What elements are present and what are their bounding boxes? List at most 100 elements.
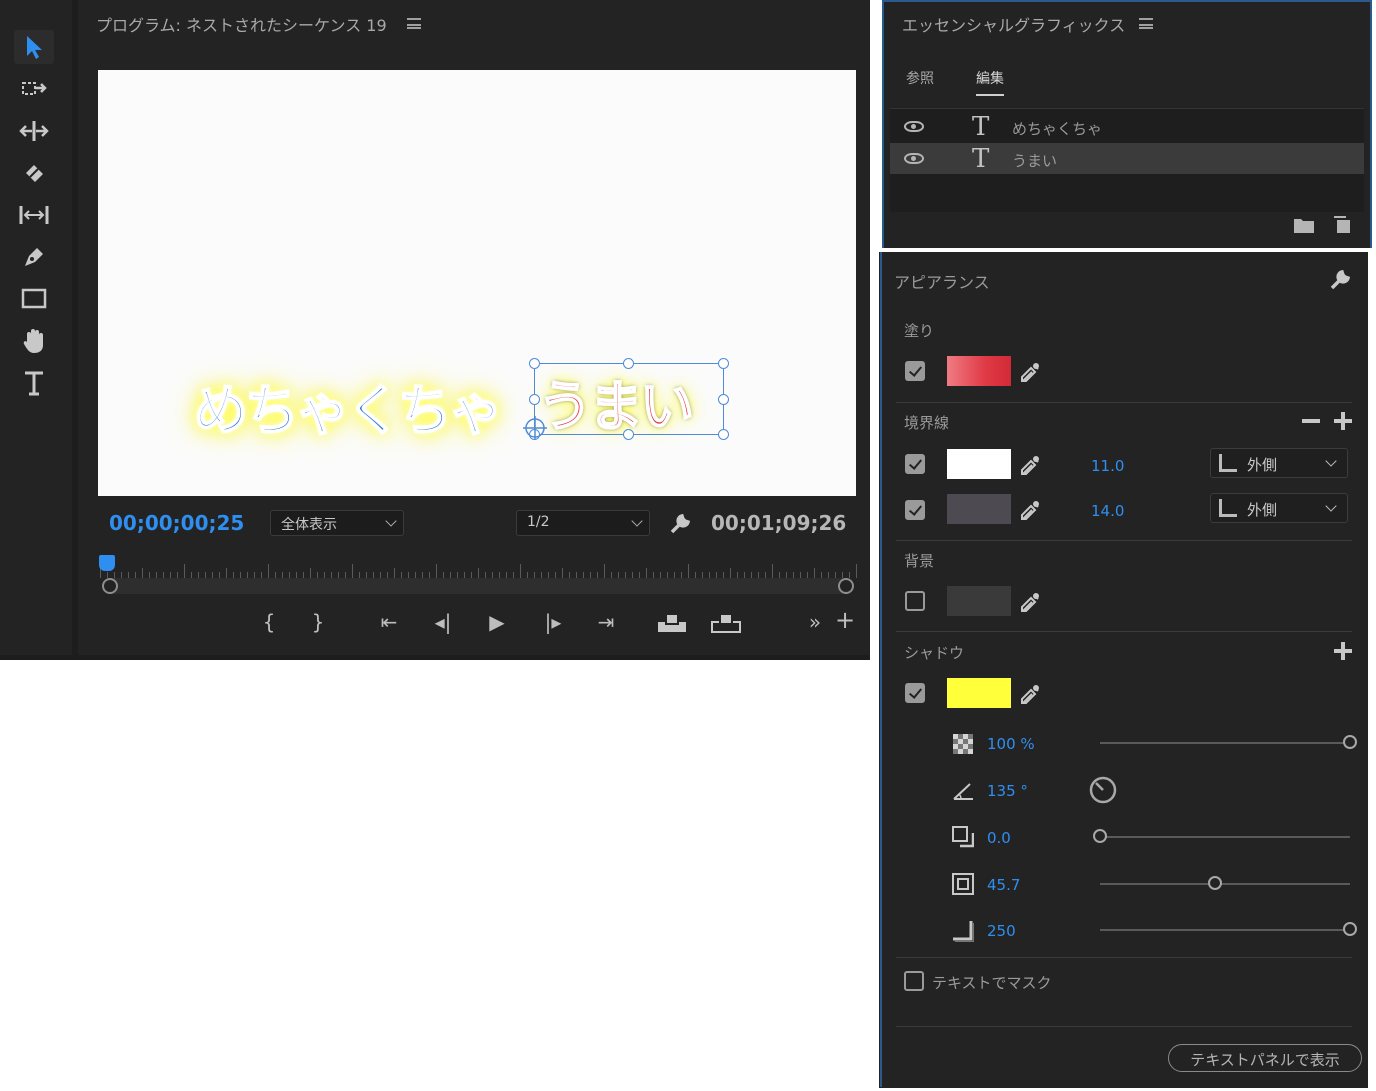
panel-menu-icon[interactable]	[407, 18, 421, 29]
play-button[interactable]: ▶	[482, 610, 512, 634]
ruler-tick	[310, 568, 311, 578]
add-shadow-button[interactable]	[1334, 642, 1352, 660]
shadow-blur-knob[interactable]	[1343, 922, 1357, 936]
panel-title[interactable]: プログラム: ネストされたシーケンス 19	[96, 12, 387, 36]
canvas-title-left[interactable]: めちゃくちゃ	[193, 366, 504, 445]
background-color-swatch[interactable]	[947, 586, 1011, 616]
stroke-2-color-swatch[interactable]	[947, 494, 1011, 524]
track-select-tool-icon[interactable]	[14, 72, 54, 106]
more-controls-button[interactable]: »	[800, 610, 830, 634]
eyedropper-icon[interactable]	[1020, 361, 1040, 383]
panel-menu-icon[interactable]	[1139, 18, 1153, 29]
resolution-select[interactable]: 1/2	[516, 510, 650, 536]
tab-edit[interactable]: 編集	[976, 68, 1004, 96]
stroke-1-position-select[interactable]: 外側	[1210, 448, 1348, 478]
go-to-in-button[interactable]: ⇤	[374, 610, 404, 634]
background-checkbox[interactable]	[905, 591, 925, 611]
button-editor-button[interactable]: +	[830, 606, 860, 634]
shadow-color-swatch[interactable]	[947, 678, 1011, 708]
shadow-distance-slider[interactable]	[1100, 836, 1350, 838]
new-group-icon[interactable]	[1293, 216, 1315, 234]
zoom-handle-left[interactable]	[102, 578, 118, 594]
eyedropper-icon[interactable]	[1020, 499, 1040, 521]
layer-name: めちゃくちゃ	[1012, 120, 1103, 138]
ruler-tick	[562, 568, 563, 578]
step-back-button[interactable]: ◂|	[428, 610, 458, 634]
wrench-icon[interactable]	[668, 510, 694, 536]
eyedropper-icon[interactable]	[1020, 591, 1040, 613]
playhead-timecode[interactable]: 00;00;00;25	[109, 511, 244, 535]
shadow-blur-value[interactable]: 250	[987, 922, 1016, 940]
add-stroke-button[interactable]	[1334, 412, 1352, 430]
lift-icon[interactable]	[656, 612, 688, 634]
shadow-angle-value[interactable]: 135 °	[987, 782, 1028, 800]
slip-tool-icon[interactable]	[14, 198, 54, 232]
eyedropper-icon[interactable]	[1020, 454, 1040, 476]
eye-icon[interactable]	[904, 153, 924, 164]
stroke-2-width[interactable]: 14.0	[1091, 502, 1124, 520]
angle-dial[interactable]	[1088, 775, 1118, 805]
stroke-2-position-select[interactable]: 外側	[1210, 493, 1348, 523]
selection-tool-icon[interactable]	[14, 30, 54, 64]
ripple-edit-tool-icon[interactable]	[14, 114, 54, 148]
shadow-size-slider[interactable]	[1100, 883, 1350, 885]
eye-icon[interactable]	[904, 121, 924, 132]
shadow-blur-slider[interactable]	[1100, 929, 1350, 931]
zoom-handle-right[interactable]	[838, 578, 854, 594]
transform-handle[interactable]	[718, 429, 729, 440]
mask-with-text-label[interactable]: テキストでマスク	[932, 972, 1052, 993]
shadow-opacity-slider[interactable]	[1100, 742, 1350, 744]
transform-handle[interactable]	[623, 429, 634, 440]
wrench-icon[interactable]	[1328, 266, 1354, 292]
mask-with-text-checkbox[interactable]	[904, 971, 924, 991]
transform-handle[interactable]	[623, 358, 634, 369]
shadow-checkbox[interactable]	[905, 683, 925, 703]
extract-icon[interactable]	[710, 612, 742, 634]
fill-checkbox[interactable]	[905, 361, 925, 381]
panel-title[interactable]: エッセンシャルグラフィックス	[902, 12, 1125, 36]
pen-tool-icon[interactable]	[14, 240, 54, 274]
shadow-opacity-knob[interactable]	[1343, 735, 1357, 749]
show-in-text-panel-button[interactable]: テキストパネルで表示	[1168, 1044, 1362, 1072]
fill-label: 塗り	[904, 322, 935, 340]
go-to-out-button[interactable]: ⇥	[591, 610, 621, 634]
shadow-size-value[interactable]: 45.7	[987, 876, 1020, 894]
anchor-point-icon[interactable]	[522, 415, 548, 441]
rectangle-tool-icon[interactable]	[14, 282, 54, 316]
mark-in-button[interactable]: {	[254, 610, 284, 634]
time-ruler[interactable]	[100, 560, 857, 578]
new-layer-icon[interactable]	[1332, 216, 1352, 234]
ruler-tick	[646, 568, 647, 578]
stroke-2-checkbox[interactable]	[905, 500, 925, 520]
stroke-1-checkbox[interactable]	[905, 454, 925, 474]
shadow-opacity-value[interactable]: 100 %	[987, 735, 1035, 753]
step-forward-button[interactable]: |▸	[538, 610, 568, 634]
text-layer-icon: T	[972, 144, 990, 174]
tools-panel	[0, 0, 72, 655]
eyedropper-icon[interactable]	[1020, 683, 1040, 705]
zoom-scroll-bar[interactable]	[102, 578, 854, 594]
razor-tool-icon[interactable]	[14, 156, 54, 190]
layer-row[interactable]: T めちゃくちゃ	[890, 111, 1364, 142]
stroke-1-width[interactable]: 11.0	[1091, 457, 1124, 475]
remove-stroke-button[interactable]	[1302, 419, 1320, 423]
transform-handle[interactable]	[718, 394, 729, 405]
playhead[interactable]	[99, 555, 115, 571]
transform-handle[interactable]	[529, 358, 540, 369]
shadow-distance-value[interactable]: 0.0	[987, 829, 1011, 847]
mark-out-button[interactable]: }	[303, 610, 333, 634]
layer-row-selected[interactable]: T うまい	[890, 143, 1364, 174]
shadow-size-knob[interactable]	[1208, 876, 1222, 890]
transform-handle[interactable]	[529, 394, 540, 405]
hand-tool-icon[interactable]	[14, 324, 54, 358]
stroke-1-color-swatch[interactable]	[947, 449, 1011, 479]
selection-bounding-box[interactable]	[534, 363, 724, 435]
shadow-distance-knob[interactable]	[1093, 829, 1107, 843]
program-canvas[interactable]: めちゃくちゃ うまい	[98, 70, 856, 496]
type-tool-icon[interactable]	[14, 366, 54, 400]
fit-select[interactable]: 全体表示	[270, 510, 404, 536]
fill-color-swatch[interactable]	[947, 356, 1011, 386]
transform-handle[interactable]	[718, 358, 729, 369]
tab-browse[interactable]: 参照	[906, 68, 934, 88]
divider	[896, 957, 1352, 958]
